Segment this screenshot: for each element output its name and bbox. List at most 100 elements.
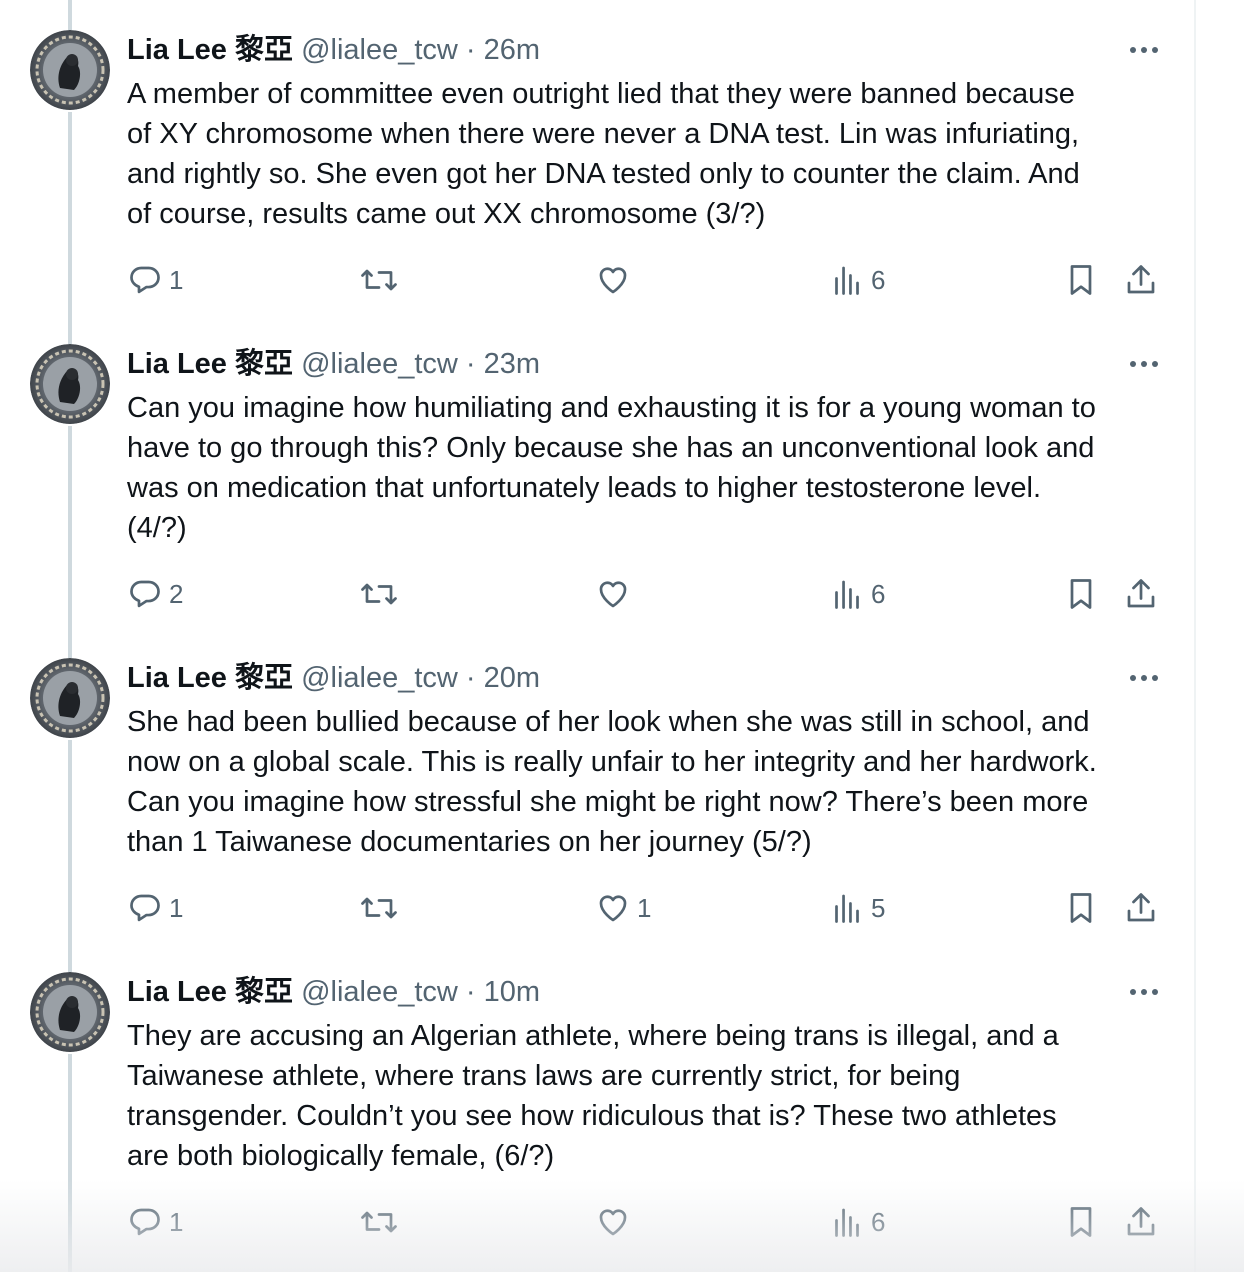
more-dots-icon[interactable] <box>1124 976 1164 1008</box>
more-dots-icon[interactable] <box>1124 662 1164 694</box>
like-button[interactable] <box>595 260 637 300</box>
tweet-header: Lia Lee 黎亞 @lialee_tcw · 20m <box>127 658 540 698</box>
action-bar: 1 6 <box>127 1202 1177 1242</box>
heart-icon <box>595 576 631 612</box>
reply-button[interactable]: 2 <box>127 574 183 614</box>
views-count: 6 <box>871 264 886 295</box>
bookmark-icon <box>1063 1204 1099 1240</box>
like-button[interactable]: 1 <box>595 888 651 928</box>
action-bar: 2 6 <box>127 574 1177 614</box>
tweet-text: Can you imagine how humiliating and exha… <box>127 392 1096 544</box>
author-handle[interactable]: @lialee_tcw <box>301 662 458 694</box>
avatar-image <box>30 30 110 110</box>
share-button[interactable] <box>1123 260 1159 300</box>
bookmark-icon <box>1063 576 1099 612</box>
tweet-text: They are accusing an Algerian athlete, w… <box>127 1020 1059 1172</box>
action-bar: 1 6 <box>127 260 1177 300</box>
share-icon <box>1123 262 1159 298</box>
separator-dot: · <box>465 976 476 1008</box>
tweet-header: Lia Lee 黎亞 @lialee_tcw · 10m <box>127 972 540 1012</box>
action-bar: 1 1 5 <box>127 888 1177 928</box>
timestamp[interactable]: 10m <box>484 976 540 1008</box>
repost-icon <box>359 1204 399 1240</box>
share-button[interactable] <box>1123 888 1159 928</box>
author-handle[interactable]: @lialee_tcw <box>301 34 458 66</box>
more-dots-icon[interactable] <box>1124 34 1164 66</box>
like-button[interactable] <box>595 1202 637 1242</box>
views-chart-icon <box>829 262 865 298</box>
author-name[interactable]: Lia Lee 黎亞 <box>127 976 293 1008</box>
share-button[interactable] <box>1123 574 1159 614</box>
tweet-header: Lia Lee 黎亞 @lialee_tcw · 23m <box>127 344 540 384</box>
column-border <box>1194 0 1196 1272</box>
heart-icon <box>595 1204 631 1240</box>
author-name[interactable]: Lia Lee 黎亞 <box>127 348 293 380</box>
avatar[interactable] <box>30 972 110 1052</box>
like-button[interactable] <box>595 574 637 614</box>
separator-dot: · <box>465 662 476 694</box>
reply-count: 1 <box>169 892 184 923</box>
separator-dot: · <box>465 34 476 66</box>
reply-button[interactable]: 1 <box>127 260 183 300</box>
tweet[interactable]: Lia Lee 黎亞 @lialee_tcw · 20m She had bee… <box>0 628 1194 942</box>
tweet[interactable]: Lia Lee 黎亞 @lialee_tcw · 26m A member of… <box>0 0 1194 314</box>
bookmark-icon <box>1063 262 1099 298</box>
tweet-text: A member of committee even outright lied… <box>127 78 1080 230</box>
views-button[interactable]: 5 <box>829 888 885 928</box>
avatar-image <box>30 344 110 424</box>
views-chart-icon <box>829 890 865 926</box>
reply-count: 2 <box>169 578 184 609</box>
author-name[interactable]: Lia Lee 黎亞 <box>127 662 293 694</box>
views-count: 6 <box>871 1206 886 1237</box>
tweet[interactable]: Lia Lee 黎亞 @lialee_tcw · 10m They are ac… <box>0 942 1194 1256</box>
views-button[interactable]: 6 <box>829 260 885 300</box>
bookmark-button[interactable] <box>1063 574 1099 614</box>
reply-count: 1 <box>169 264 184 295</box>
timestamp[interactable]: 23m <box>484 348 540 380</box>
avatar[interactable] <box>30 30 110 110</box>
views-count: 5 <box>871 892 886 923</box>
reply-icon <box>127 262 163 298</box>
repost-button[interactable] <box>359 260 405 300</box>
tweet[interactable]: Lia Lee 黎亞 @lialee_tcw · 23m Can you ima… <box>0 314 1194 628</box>
avatar[interactable] <box>30 658 110 738</box>
like-count: 1 <box>637 892 652 923</box>
reply-icon <box>127 1204 163 1240</box>
repost-button[interactable] <box>359 1202 405 1242</box>
avatar[interactable] <box>30 344 110 424</box>
share-icon <box>1123 890 1159 926</box>
views-button[interactable]: 6 <box>829 574 885 614</box>
author-name[interactable]: Lia Lee 黎亞 <box>127 34 293 66</box>
bookmark-button[interactable] <box>1063 260 1099 300</box>
reply-button[interactable]: 1 <box>127 888 183 928</box>
tweet-text: She had been bullied because of her look… <box>127 706 1097 858</box>
author-handle[interactable]: @lialee_tcw <box>301 976 458 1008</box>
timestamp[interactable]: 20m <box>484 662 540 694</box>
avatar-image <box>30 972 110 1052</box>
share-button[interactable] <box>1123 1202 1159 1242</box>
separator-dot: · <box>465 348 476 380</box>
thread-page: Lia Lee 黎亞 @lialee_tcw · 26m A member of… <box>0 0 1244 1272</box>
views-count: 6 <box>871 578 886 609</box>
bookmark-icon <box>1063 890 1099 926</box>
repost-button[interactable] <box>359 888 405 928</box>
author-handle[interactable]: @lialee_tcw <box>301 348 458 380</box>
bookmark-button[interactable] <box>1063 1202 1099 1242</box>
repost-button[interactable] <box>359 574 405 614</box>
reply-button[interactable]: 1 <box>127 1202 183 1242</box>
reply-count: 1 <box>169 1206 184 1237</box>
share-icon <box>1123 576 1159 612</box>
avatar-image <box>30 658 110 738</box>
repost-icon <box>359 576 399 612</box>
views-chart-icon <box>829 1204 865 1240</box>
bookmark-button[interactable] <box>1063 888 1099 928</box>
heart-icon <box>595 890 631 926</box>
more-dots-icon[interactable] <box>1124 348 1164 380</box>
reply-icon <box>127 576 163 612</box>
timestamp[interactable]: 26m <box>484 34 540 66</box>
repost-icon <box>359 890 399 926</box>
views-button[interactable]: 6 <box>829 1202 885 1242</box>
tweet-header: Lia Lee 黎亞 @lialee_tcw · 26m <box>127 30 540 70</box>
share-icon <box>1123 1204 1159 1240</box>
views-chart-icon <box>829 576 865 612</box>
